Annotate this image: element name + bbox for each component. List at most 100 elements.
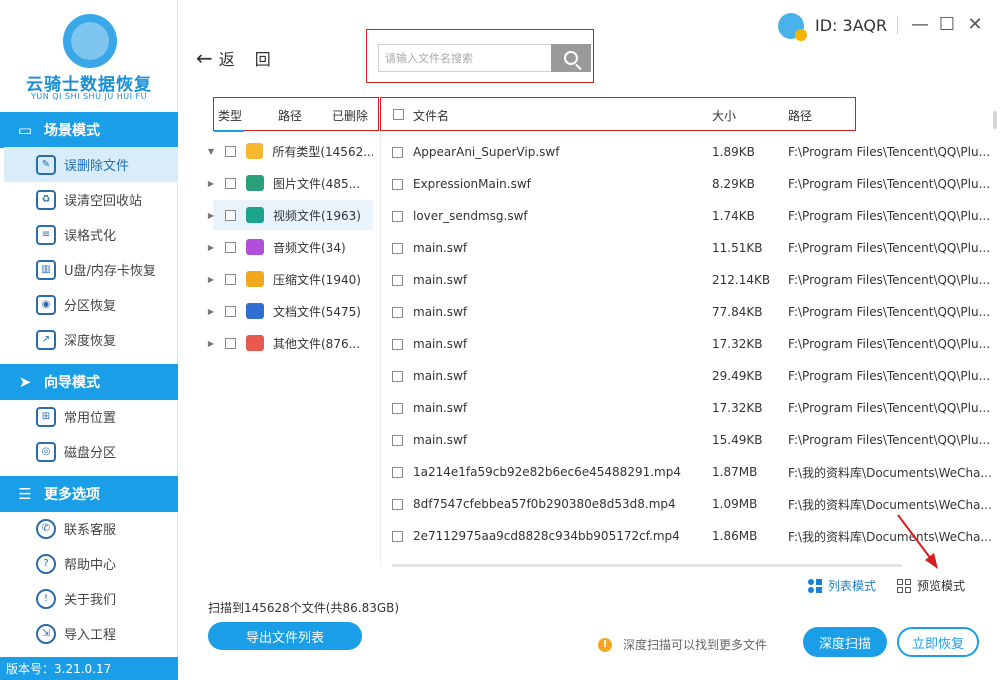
disk-icon: ◎ — [36, 441, 56, 462]
file-checkbox[interactable] — [392, 242, 403, 254]
file-row[interactable]: AppearAni_SuperVip.swf 1.89KB F:\Program F… — [392, 136, 992, 168]
grid-icon — [897, 578, 911, 593]
back-button[interactable]: ← 返 回 — [196, 46, 271, 70]
section-scene-mode[interactable]: ▭ 场景模式 — [0, 112, 178, 148]
tree-item-checkbox[interactable] — [225, 305, 236, 317]
file-name: main.swf — [413, 241, 468, 255]
sidebar-item-import[interactable]: ⇲ 导入工程 — [0, 616, 178, 651]
preview-mode-button[interactable]: 预览模式 — [897, 577, 965, 594]
file-checkbox[interactable] — [392, 530, 403, 542]
tree-item[interactable]: ▶ 图片文件(485... — [205, 168, 373, 198]
sidebar-item-disk-partition[interactable]: ◎ 磁盘分区 — [0, 434, 178, 469]
file-row[interactable]: main.swf 15.49KB F:\Program Files\Tencent\… — [392, 424, 992, 456]
recover-now-button[interactable]: 立即恢复 — [897, 627, 979, 657]
file-checkbox[interactable] — [392, 338, 403, 350]
tree-item[interactable]: ▶ 文档文件(5475) — [205, 296, 373, 326]
collapsed-triangle-icon[interactable]: ▶ — [205, 243, 217, 252]
horizontal-scrollbar[interactable] — [392, 564, 902, 567]
file-checkbox[interactable] — [392, 434, 403, 446]
section-label: 场景模式 — [44, 123, 100, 139]
logo-icon — [63, 14, 117, 68]
column-header-name[interactable]: 文件名 — [413, 107, 449, 124]
sidebar-item-label: U盘/内存卡恢复 — [64, 264, 156, 279]
user-avatar-icon[interactable] — [778, 13, 807, 41]
signpost-icon: ➤ — [18, 373, 32, 391]
file-path: F:\我的资料库\Documents\WeCha... — [788, 529, 992, 544]
tree-item-checkbox[interactable] — [225, 337, 236, 349]
tab-deleted[interactable]: 已删除 — [332, 107, 368, 124]
sidebar-item-label: 深度恢复 — [64, 334, 117, 349]
collapsed-triangle-icon[interactable]: ▶ — [205, 339, 217, 348]
file-checkbox[interactable] — [392, 498, 403, 510]
sidebar-item-about[interactable]: ! 关于我们 — [0, 581, 178, 616]
tab-path[interactable]: 路径 — [278, 107, 302, 124]
sidebar-item-usb[interactable]: ▥ U盘/内存卡恢复 — [0, 252, 178, 287]
search-input[interactable] — [378, 44, 552, 72]
file-checkbox[interactable] — [392, 370, 403, 382]
section-wizard-mode[interactable]: ➤ 向导模式 — [0, 364, 178, 400]
vertical-scrollbar[interactable] — [993, 111, 997, 129]
sidebar-item-deep-recovery[interactable]: ↗ 深度恢复 — [0, 322, 178, 357]
tree-item-checkbox[interactable] — [225, 273, 236, 285]
file-row[interactable]: lover_sendmsg.swf 1.74KB F:\Program Files\… — [392, 200, 992, 232]
tree-item[interactable]: ▶ 音频文件(34) — [205, 232, 373, 262]
sidebar-item-common-locations[interactable]: ⊞ 常用位置 — [0, 399, 178, 434]
file-row[interactable]: main.swf 11.51KB F:\Program Files\Tencent\… — [392, 232, 992, 264]
sidebar-item-format[interactable]: ≡ 误格式化 — [0, 217, 178, 252]
file-row[interactable]: ExpressionMain.swf 8.29KB F:\Program Files… — [392, 168, 992, 200]
expanded-triangle-icon[interactable]: ▼ — [205, 147, 217, 156]
file-size: 29.49KB — [712, 369, 763, 383]
collapsed-triangle-icon[interactable]: ▶ — [205, 275, 217, 284]
tree-item-checkbox[interactable] — [225, 209, 236, 221]
sidebar-item-help[interactable]: ? 帮助中心 — [0, 546, 178, 581]
deep-scan-button[interactable]: 深度扫描 — [803, 627, 887, 657]
file-checkbox[interactable] — [392, 274, 403, 286]
tree-item[interactable]: ▶ 视频文件(1963) — [208, 200, 373, 230]
file-row[interactable]: main.swf 212.14KB F:\Program Files\Tencent… — [392, 264, 992, 296]
file-row[interactable]: 2e7112975aa9cd8828c934bb905172cf.mp4 1.86… — [392, 520, 992, 552]
column-header-size[interactable]: 大小 — [712, 107, 736, 124]
file-row[interactable]: main.swf 77.84KB F:\Program Files\Tencent\… — [392, 296, 992, 328]
file-checkbox[interactable] — [392, 466, 403, 478]
maximize-button[interactable]: ☐ — [936, 13, 958, 37]
arrow-left-icon: ← — [196, 46, 213, 70]
file-row[interactable]: 1a214e1fa59cb92e82b6ec6e45488291.mp4 1.87… — [392, 456, 992, 488]
file-size: 1.09MB — [712, 497, 758, 511]
sidebar-item-contact[interactable]: ✆ 联系客服 — [0, 511, 178, 546]
file-checkbox[interactable] — [392, 146, 403, 158]
phone-icon: ✆ — [36, 518, 56, 539]
file-row[interactable]: 8df7547cfebbea57f0b290380e8d53d8.mp4 1.09… — [392, 488, 992, 520]
tree-item-checkbox[interactable] — [224, 145, 236, 157]
collapsed-triangle-icon[interactable]: ▶ — [205, 211, 217, 220]
collapsed-triangle-icon[interactable]: ▶ — [205, 179, 217, 188]
file-checkbox[interactable] — [392, 178, 403, 190]
file-size: 1.89KB — [712, 145, 755, 159]
select-all-checkbox[interactable] — [393, 107, 404, 121]
file-checkbox[interactable] — [392, 402, 403, 414]
collapsed-triangle-icon[interactable]: ▶ — [205, 307, 217, 316]
tree-item[interactable]: ▶ 压缩文件(1940) — [205, 264, 373, 294]
column-header-path[interactable]: 路径 — [788, 107, 812, 124]
file-checkbox[interactable] — [392, 306, 403, 318]
list-mode-button[interactable]: 列表模式 — [808, 577, 876, 594]
tree-item-label: 压缩文件(1940) — [273, 272, 361, 287]
tree-item[interactable]: ▼ 所有类型(14562... — [205, 136, 373, 166]
tree-item-checkbox[interactable] — [225, 177, 236, 189]
sidebar-item-recycle-bin[interactable]: ♻ 误清空回收站 — [0, 182, 178, 217]
close-button[interactable]: ✕ — [964, 13, 986, 37]
tree-item-checkbox[interactable] — [225, 241, 236, 253]
sidebar-item-label: 误格式化 — [64, 229, 117, 244]
export-list-button[interactable]: 导出文件列表 — [208, 622, 362, 650]
file-row[interactable]: main.swf 17.32KB F:\Program Files\Tencent\… — [392, 392, 992, 424]
sidebar-item-deleted-files[interactable]: ✎ 误删除文件 — [4, 147, 178, 182]
tree-item[interactable]: ▶ 其他文件(876... — [205, 328, 373, 358]
search-button[interactable] — [551, 44, 591, 72]
file-row[interactable]: main.swf 17.32KB F:\Program Files\Tencent\… — [392, 328, 992, 360]
section-more-options[interactable]: ☰ 更多选项 — [0, 476, 178, 512]
list-icon — [808, 578, 822, 593]
file-row[interactable]: main.swf 29.49KB F:\Program Files\Tencent\… — [392, 360, 992, 392]
minimize-button[interactable]: — — [909, 13, 931, 37]
tab-type[interactable]: 类型 — [218, 107, 242, 124]
file-checkbox[interactable] — [392, 210, 403, 222]
sidebar-item-partition[interactable]: ◉ 分区恢复 — [0, 287, 178, 322]
